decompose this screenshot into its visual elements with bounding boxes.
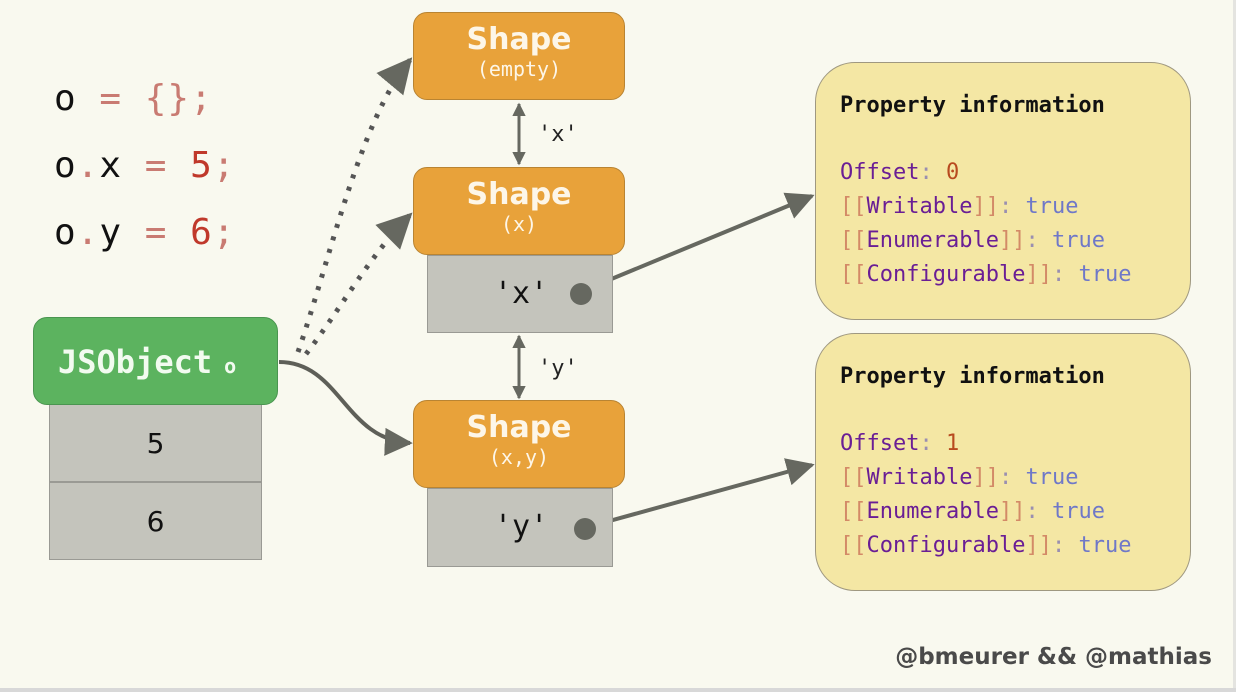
- code-value: 6: [190, 212, 213, 253]
- code-eq: =: [99, 78, 123, 119]
- code-obj: o: [54, 78, 77, 119]
- offset-label: Offset: [840, 160, 920, 185]
- attr-value: true: [1078, 262, 1132, 287]
- attr-value: true: [1051, 228, 1105, 253]
- shape-title: Shape: [466, 177, 572, 212]
- property-info-y: Property information Offset: 1 [[Writabl…: [815, 333, 1191, 591]
- attr-value: true: [1051, 499, 1105, 524]
- shape-x-key-cell: 'x': [427, 255, 613, 333]
- pointer-dot: [574, 518, 596, 540]
- jsobject-slot-0: 5: [49, 404, 262, 482]
- attr-row: [[Enumerable]]: true: [840, 228, 1105, 253]
- attr-row: [[Enumerable]]: true: [840, 499, 1105, 524]
- shape-x: Shape (x): [413, 167, 625, 255]
- attr-name: Enumerable: [866, 228, 999, 253]
- attr-value: true: [1025, 194, 1079, 219]
- shape-empty: Shape (empty): [413, 12, 625, 100]
- code-line-2: o.x = 5;: [54, 145, 236, 186]
- offset-value: 0: [945, 160, 960, 185]
- code-semi: ;: [212, 145, 236, 186]
- frame-edge-bottom: [0, 688, 1236, 692]
- property-info-heading: Property information: [840, 364, 1105, 389]
- attr-row: [[Writable]]: true: [840, 465, 1079, 490]
- code-semi: ;: [190, 78, 213, 119]
- attr-row: [[Configurable]]: true: [840, 262, 1132, 287]
- dotted-arrow-to-shape-empty: [295, 57, 413, 353]
- shape-xy-key-cell: 'y': [427, 488, 613, 567]
- key-label: 'y': [494, 509, 549, 544]
- dotted-arrow-to-shape-x: [304, 212, 413, 356]
- shape-subtitle: (empty): [476, 57, 562, 81]
- code-value: {}: [144, 78, 191, 119]
- attr-name: Configurable: [866, 533, 1026, 558]
- offset-label: Offset: [840, 431, 920, 456]
- jsobject-name: o: [224, 354, 237, 378]
- offset-row: Offset: 0: [840, 160, 960, 185]
- shape-title: Shape: [466, 22, 572, 57]
- code-eq: =: [144, 145, 168, 186]
- transition-label-x: 'x': [538, 122, 578, 147]
- key-label: 'x': [494, 276, 549, 311]
- attr-row: [[Writable]]: true: [840, 194, 1079, 219]
- code-value: 5: [190, 145, 213, 186]
- jsobject-header: JSObject o: [33, 317, 278, 405]
- attr-name: Writable: [866, 465, 973, 490]
- code-semi: ;: [212, 212, 236, 253]
- jsobject-slot-1: 6: [49, 482, 262, 560]
- attr-name: Configurable: [866, 262, 1026, 287]
- pointer-dot: [570, 283, 592, 305]
- code-dot: .: [76, 212, 100, 253]
- jsobject-label: JSObject: [58, 343, 213, 381]
- arrow-jsobject-to-shape-xy: [278, 360, 413, 456]
- code-prop: x: [99, 145, 123, 186]
- author-credit: @bmeurer && @mathias: [895, 644, 1212, 670]
- attr-name: Enumerable: [866, 499, 999, 524]
- attr-row: [[Configurable]]: true: [840, 533, 1132, 558]
- code-obj: o: [54, 145, 77, 186]
- attr-name: Writable: [866, 194, 973, 219]
- shape-subtitle: (x,y): [488, 445, 550, 469]
- code-obj: o: [54, 212, 77, 253]
- property-info-heading: Property information: [840, 93, 1105, 118]
- shape-xy: Shape (x,y): [413, 400, 625, 488]
- property-info-x: Property information Offset: 0 [[Writabl…: [815, 62, 1191, 320]
- code-line-3: o.y = 6;: [54, 212, 236, 253]
- transition-label-y: 'y': [538, 356, 578, 381]
- shape-subtitle: (x): [500, 212, 538, 236]
- shape-title: Shape: [466, 410, 572, 445]
- code-prop: y: [99, 212, 123, 253]
- attr-value: true: [1078, 533, 1132, 558]
- code-eq: =: [144, 212, 168, 253]
- offset-value: 1: [945, 431, 960, 456]
- offset-row: Offset: 1: [840, 431, 960, 456]
- attr-value: true: [1025, 465, 1079, 490]
- code-line-1: o = {};: [54, 78, 213, 119]
- code-dot: .: [76, 145, 100, 186]
